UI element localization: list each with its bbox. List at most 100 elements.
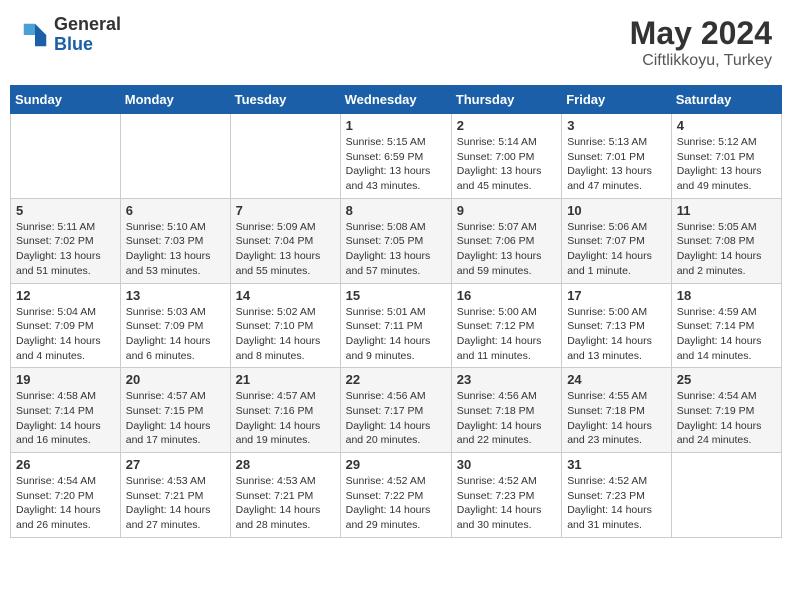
- calendar-cell: 31Sunrise: 4:52 AM Sunset: 7:23 PM Dayli…: [562, 453, 672, 538]
- calendar-cell: 17 Sunrise: 5:00 AM Sunset: 7:13 PM Dayli…: [562, 283, 672, 368]
- day-info: Sunrise: 4:57 AM Sunset: 7:15 PM Dayligh…: [126, 389, 225, 448]
- day-info: Sunrise: 4:52 AM Sunset: 7:23 PM Dayligh…: [567, 474, 666, 533]
- calendar-cell: 26 Sunrise: 4:54 AM Sunset: 7:20 PM Dayli…: [11, 453, 121, 538]
- day-number: 22: [346, 372, 446, 387]
- day-info: Sunrise: 5:03 AM Sunset: 7:09 PM Dayligh…: [126, 305, 225, 364]
- weekday-header: Wednesday: [340, 86, 451, 114]
- calendar-cell: 18 Sunrise: 4:59 AM Sunset: 7:14 PM Dayli…: [671, 283, 781, 368]
- day-info: Sunrise: 4:54 AM Sunset: 7:20 PM Dayligh…: [16, 474, 115, 533]
- calendar-cell: 15 Sunrise: 5:01 AM Sunset: 7:11 PM Dayli…: [340, 283, 451, 368]
- day-info: Sunrise: 4:58 AM Sunset: 7:14 PM Dayligh…: [16, 389, 115, 448]
- day-number: 23: [457, 372, 556, 387]
- calendar-cell: 7 Sunrise: 5:09 AM Sunset: 7:04 PM Daylig…: [230, 198, 340, 283]
- day-info: Sunrise: 4:55 AM Sunset: 7:18 PM Dayligh…: [567, 389, 666, 448]
- day-number: 27: [126, 457, 225, 472]
- logo-text: General Blue: [54, 15, 121, 55]
- day-number: 25: [677, 372, 776, 387]
- calendar-cell: 28Sunrise: 4:53 AM Sunset: 7:21 PM Dayli…: [230, 453, 340, 538]
- day-info: Sunrise: 4:59 AM Sunset: 7:14 PM Dayligh…: [677, 305, 776, 364]
- day-number: 12: [16, 288, 115, 303]
- calendar-cell: 25Sunrise: 4:54 AM Sunset: 7:19 PM Dayli…: [671, 368, 781, 453]
- location-title: Ciftlikkoyu, Turkey: [630, 52, 772, 70]
- calendar-cell: 8 Sunrise: 5:08 AM Sunset: 7:05 PM Daylig…: [340, 198, 451, 283]
- day-info: Sunrise: 5:11 AM Sunset: 7:02 PM Dayligh…: [16, 220, 115, 279]
- weekday-header: Tuesday: [230, 86, 340, 114]
- calendar-cell: 16 Sunrise: 5:00 AM Sunset: 7:12 PM Dayli…: [451, 283, 561, 368]
- day-number: 9: [457, 203, 556, 218]
- calendar-cell: [11, 114, 121, 199]
- calendar-cell: 13 Sunrise: 5:03 AM Sunset: 7:09 PM Dayli…: [120, 283, 230, 368]
- day-info: Sunrise: 5:01 AM Sunset: 7:11 PM Dayligh…: [346, 305, 446, 364]
- day-number: 19: [16, 372, 115, 387]
- logo-icon: [20, 20, 50, 50]
- day-info: Sunrise: 5:06 AM Sunset: 7:07 PM Dayligh…: [567, 220, 666, 279]
- day-number: 24: [567, 372, 666, 387]
- day-number: 6: [126, 203, 225, 218]
- calendar-week-row: 5 Sunrise: 5:11 AM Sunset: 7:02 PM Daylig…: [11, 198, 782, 283]
- weekday-header: Monday: [120, 86, 230, 114]
- logo: General Blue: [20, 15, 121, 55]
- calendar-cell: 4 Sunrise: 5:12 AM Sunset: 7:01 PM Daylig…: [671, 114, 781, 199]
- calendar-cell: 24 Sunrise: 4:55 AM Sunset: 7:18 PM Dayli…: [562, 368, 672, 453]
- day-number: 18: [677, 288, 776, 303]
- day-number: 29: [346, 457, 446, 472]
- calendar-cell: 2Sunrise: 5:14 AM Sunset: 7:00 PM Daylig…: [451, 114, 561, 199]
- calendar-cell: 11 Sunrise: 5:05 AM Sunset: 7:08 PM Dayli…: [671, 198, 781, 283]
- page-header: General Blue May 2024 Ciftlikkoyu, Turke…: [10, 10, 782, 75]
- day-number: 15: [346, 288, 446, 303]
- day-info: Sunrise: 5:15 AM Sunset: 6:59 PM Dayligh…: [346, 135, 446, 194]
- day-info: Sunrise: 5:05 AM Sunset: 7:08 PM Dayligh…: [677, 220, 776, 279]
- day-number: 21: [236, 372, 335, 387]
- day-number: 1: [346, 118, 446, 133]
- calendar-cell: [120, 114, 230, 199]
- day-number: 3: [567, 118, 666, 133]
- calendar-week-row: 26 Sunrise: 4:54 AM Sunset: 7:20 PM Dayli…: [11, 453, 782, 538]
- day-info: Sunrise: 4:56 AM Sunset: 7:17 PM Dayligh…: [346, 389, 446, 448]
- day-number: 20: [126, 372, 225, 387]
- day-info: Sunrise: 4:52 AM Sunset: 7:22 PM Dayligh…: [346, 474, 446, 533]
- calendar-cell: 27Sunrise: 4:53 AM Sunset: 7:21 PM Dayli…: [120, 453, 230, 538]
- day-info: Sunrise: 5:02 AM Sunset: 7:10 PM Dayligh…: [236, 305, 335, 364]
- weekday-header: Friday: [562, 86, 672, 114]
- weekday-header: Thursday: [451, 86, 561, 114]
- day-info: Sunrise: 5:07 AM Sunset: 7:06 PM Dayligh…: [457, 220, 556, 279]
- day-info: Sunrise: 5:08 AM Sunset: 7:05 PM Dayligh…: [346, 220, 446, 279]
- day-info: Sunrise: 5:09 AM Sunset: 7:04 PM Dayligh…: [236, 220, 335, 279]
- calendar-cell: 12Sunrise: 5:04 AM Sunset: 7:09 PM Dayli…: [11, 283, 121, 368]
- day-number: 16: [457, 288, 556, 303]
- calendar-cell: 29 Sunrise: 4:52 AM Sunset: 7:22 PM Dayli…: [340, 453, 451, 538]
- calendar-cell: 14 Sunrise: 5:02 AM Sunset: 7:10 PM Dayli…: [230, 283, 340, 368]
- day-info: Sunrise: 4:57 AM Sunset: 7:16 PM Dayligh…: [236, 389, 335, 448]
- calendar-cell: 6 Sunrise: 5:10 AM Sunset: 7:03 PM Daylig…: [120, 198, 230, 283]
- calendar-cell: 22 Sunrise: 4:56 AM Sunset: 7:17 PM Dayli…: [340, 368, 451, 453]
- weekday-header-row: SundayMondayTuesdayWednesdayThursdayFrid…: [11, 86, 782, 114]
- day-info: Sunrise: 5:12 AM Sunset: 7:01 PM Dayligh…: [677, 135, 776, 194]
- day-info: Sunrise: 4:56 AM Sunset: 7:18 PM Dayligh…: [457, 389, 556, 448]
- day-number: 4: [677, 118, 776, 133]
- calendar-cell: 21 Sunrise: 4:57 AM Sunset: 7:16 PM Dayli…: [230, 368, 340, 453]
- day-number: 17: [567, 288, 666, 303]
- calendar-cell: 10 Sunrise: 5:06 AM Sunset: 7:07 PM Dayli…: [562, 198, 672, 283]
- day-number: 5: [16, 203, 115, 218]
- day-info: Sunrise: 4:52 AM Sunset: 7:23 PM Dayligh…: [457, 474, 556, 533]
- calendar-table: SundayMondayTuesdayWednesdayThursdayFrid…: [10, 85, 782, 538]
- weekday-header: Sunday: [11, 86, 121, 114]
- day-number: 13: [126, 288, 225, 303]
- day-info: Sunrise: 5:00 AM Sunset: 7:13 PM Dayligh…: [567, 305, 666, 364]
- day-number: 11: [677, 203, 776, 218]
- calendar-cell: 3Sunrise: 5:13 AM Sunset: 7:01 PM Daylig…: [562, 114, 672, 199]
- day-info: Sunrise: 5:14 AM Sunset: 7:00 PM Dayligh…: [457, 135, 556, 194]
- day-info: Sunrise: 5:10 AM Sunset: 7:03 PM Dayligh…: [126, 220, 225, 279]
- title-block: May 2024 Ciftlikkoyu, Turkey: [630, 15, 772, 70]
- calendar-cell: 30Sunrise: 4:52 AM Sunset: 7:23 PM Dayli…: [451, 453, 561, 538]
- calendar-cell: 9 Sunrise: 5:07 AM Sunset: 7:06 PM Daylig…: [451, 198, 561, 283]
- day-number: 14: [236, 288, 335, 303]
- calendar-cell: [230, 114, 340, 199]
- calendar-cell: 1 Sunrise: 5:15 AM Sunset: 6:59 PM Daylig…: [340, 114, 451, 199]
- day-info: Sunrise: 5:00 AM Sunset: 7:12 PM Dayligh…: [457, 305, 556, 364]
- day-number: 26: [16, 457, 115, 472]
- day-number: 10: [567, 203, 666, 218]
- day-number: 8: [346, 203, 446, 218]
- calendar-cell: [671, 453, 781, 538]
- day-number: 7: [236, 203, 335, 218]
